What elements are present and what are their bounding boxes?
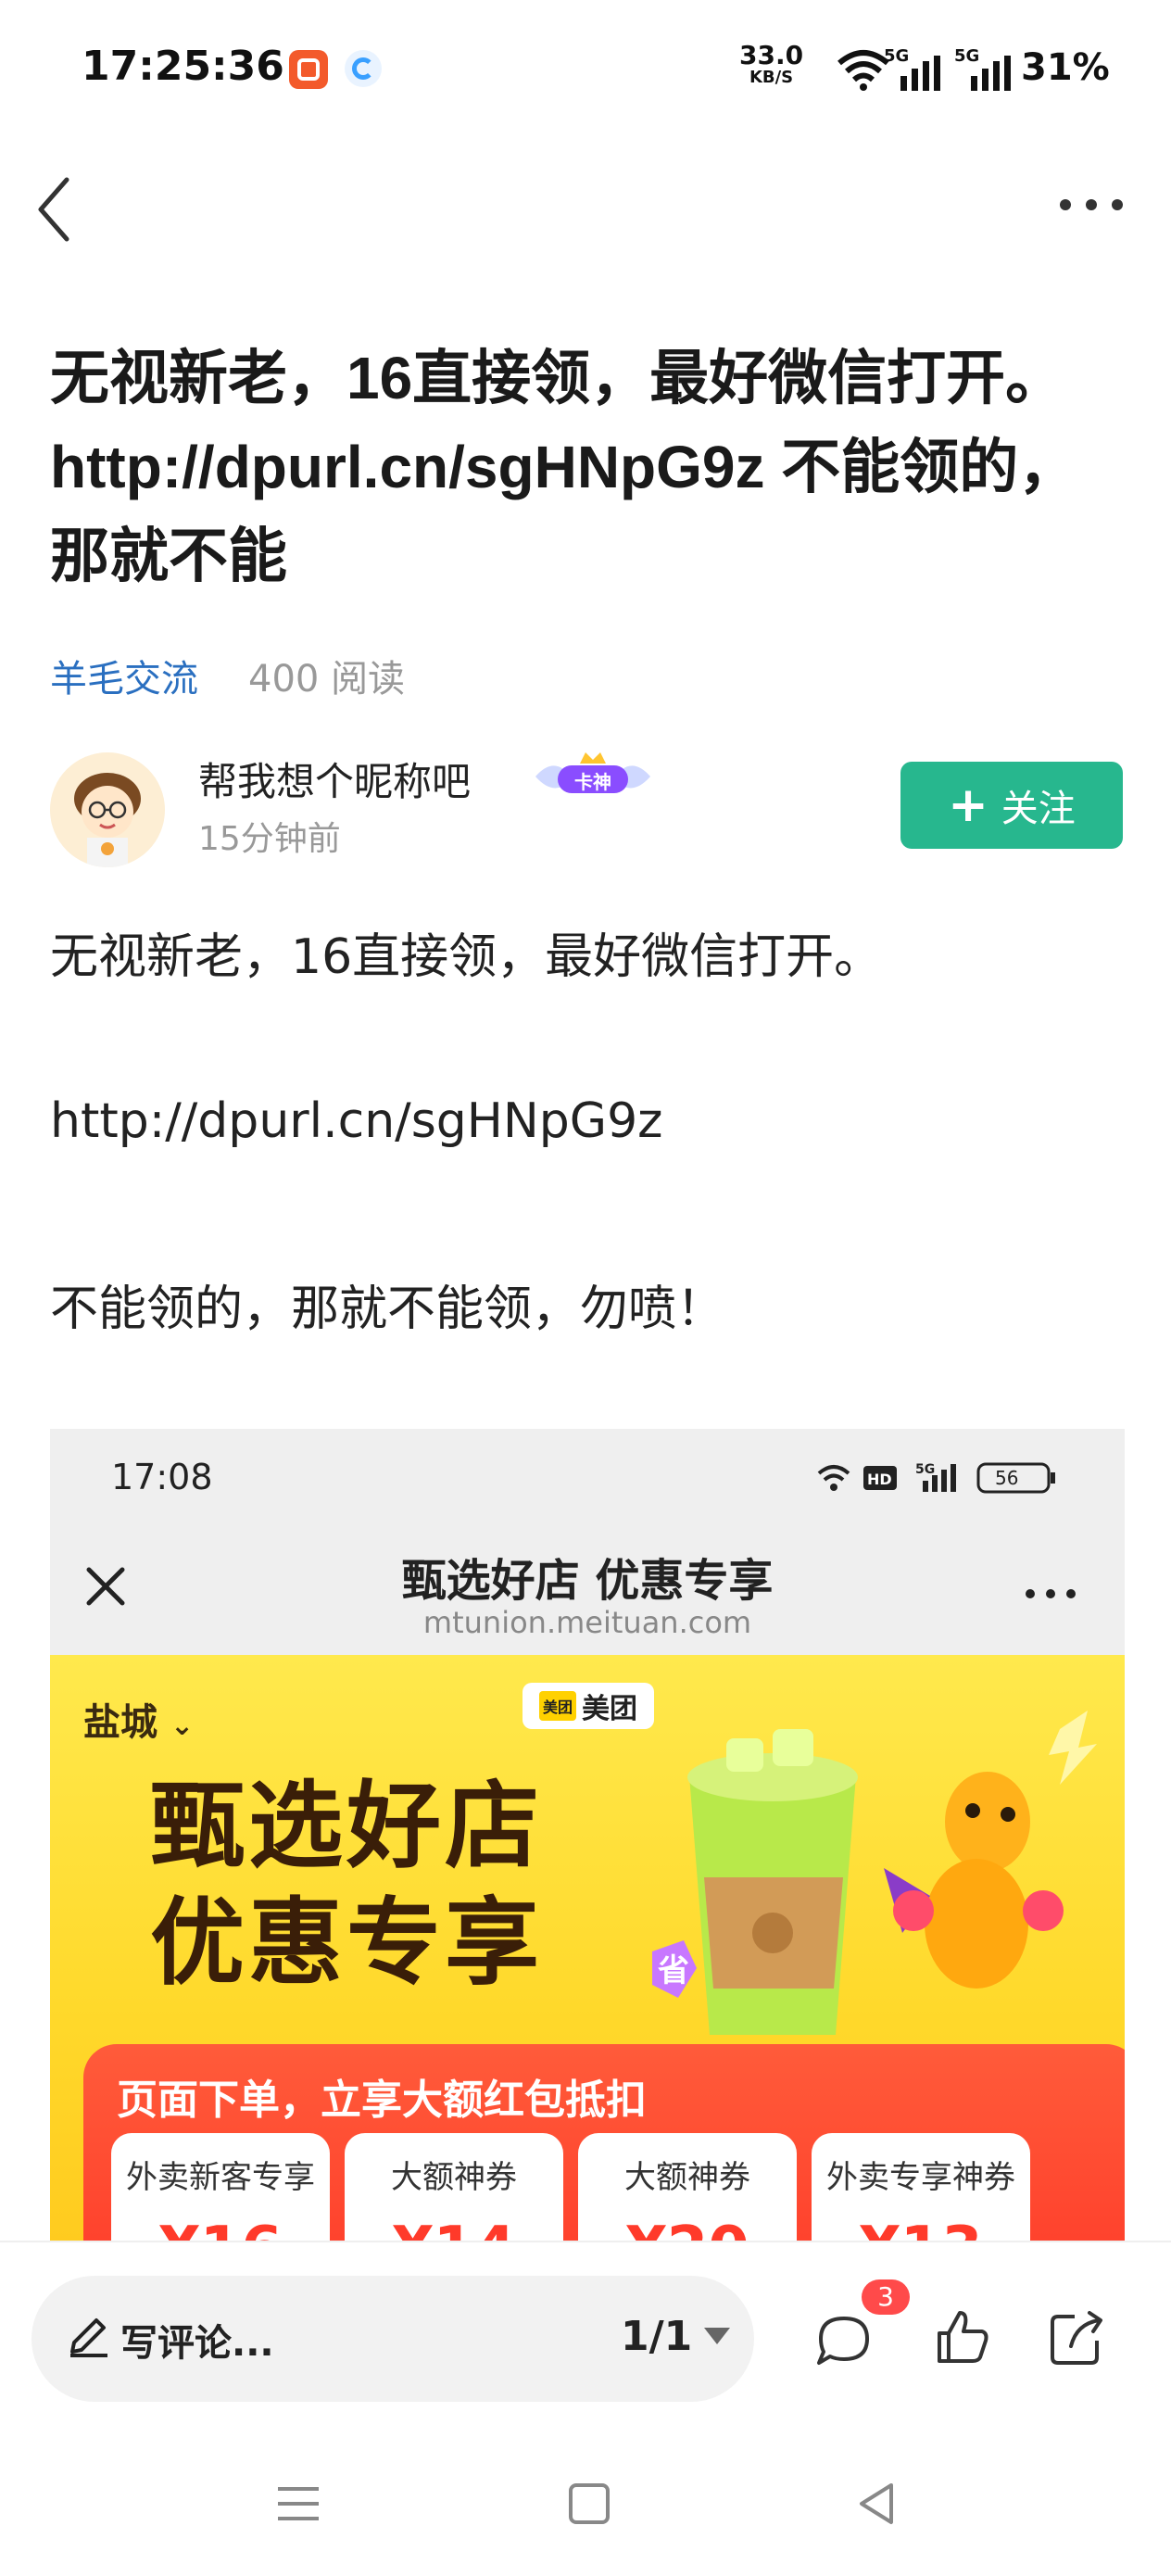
back-nav-icon[interactable] xyxy=(849,2476,904,2532)
coupon-card: 外卖新客专享 ¥16 xyxy=(111,2133,330,2241)
coupon-panel-title: 页面下单，立享大额红包抵扣 xyxy=(117,2077,647,2124)
category-link[interactable]: 羊毛交流 xyxy=(50,649,198,702)
read-count: 400 阅读 xyxy=(248,658,406,701)
post-paragraph: 不能领的，那就不能领，勿喷！ xyxy=(50,1282,725,1337)
post-paragraph: 无视新老，16直接领，最好微信打开。 xyxy=(50,929,883,985)
post-title: 无视新老，16直接领，最好微信打开。 http://dpurl.cn/sgHNp… xyxy=(50,345,1078,589)
qq-notification-icon xyxy=(345,50,382,87)
badge-label: 卡神 xyxy=(574,771,611,793)
coupon-value: ¥13 xyxy=(812,2215,1030,2241)
wifi-icon xyxy=(837,50,889,91)
post-time: 15分钟前 xyxy=(198,820,341,858)
banner-headline: 甄选好店 优惠专享 xyxy=(150,1770,543,2003)
meituan-mark: 美团 xyxy=(538,1691,576,1721)
follow-label: 关注 xyxy=(1001,788,1076,830)
home-icon[interactable] xyxy=(561,2476,617,2532)
city-name: 盐城 xyxy=(83,1701,157,1744)
coupon-value: ¥14 xyxy=(345,2215,563,2241)
battery-level: 31% xyxy=(1021,46,1110,89)
comment-count-badge: 3 xyxy=(862,2279,910,2315)
menu-icon[interactable] xyxy=(271,2476,326,2532)
back-icon[interactable] xyxy=(28,172,80,246)
post-image[interactable]: 17:08 HD 5G 56 甄选好店 优惠专享 mtunion.meituan… xyxy=(50,1429,1125,2241)
follow-button[interactable]: + 关注 xyxy=(900,762,1123,849)
embedded-header: 17:08 HD 5G 56 甄选好店 优惠专享 mtunion.meituan… xyxy=(50,1429,1125,1655)
pencil-icon xyxy=(70,2318,107,2357)
embedded-time: 17:08 xyxy=(111,1457,213,1497)
headline-line-2: 优惠专享 xyxy=(150,1892,543,1997)
share-icon[interactable] xyxy=(1043,2305,1108,2370)
network-speed: 33.0 KB/S xyxy=(739,43,803,89)
like-icon[interactable] xyxy=(930,2305,995,2370)
app-notification-icon xyxy=(289,50,328,89)
embedded-page-title: 甄选好店 优惠专享 xyxy=(401,1555,774,1607)
svg-text:省: 省 xyxy=(658,1952,689,1989)
avatar-illustration xyxy=(50,752,165,867)
coupon-value: ¥20 xyxy=(578,2215,797,2241)
meituan-banner: 盐城 ⌄ 美团 美团 甄选好店 优惠专享 省 页面下单，立享大额红包抵扣 外卖新… xyxy=(50,1655,1125,2241)
svg-text:5G: 5G xyxy=(915,1462,935,1477)
chevron-down-icon: ⌄ xyxy=(170,1710,195,1742)
coupon-label: 外卖新客专享 xyxy=(126,2159,315,2196)
coupon-card: 外卖专享神券 ¥13 xyxy=(812,2133,1030,2241)
caret-down-icon[interactable] xyxy=(704,2328,730,2344)
coupon-label: 外卖专享神券 xyxy=(826,2159,1015,2196)
coupon-value: ¥16 xyxy=(111,2215,330,2241)
page-indicator[interactable]: 1/1 xyxy=(621,2313,692,2360)
svg-text:56: 56 xyxy=(995,1467,1018,1489)
drink-mascot-illustration: 省 xyxy=(652,1711,1097,2035)
author-name[interactable]: 帮我想个昵称吧 xyxy=(198,751,471,807)
status-time: 17:25:36 xyxy=(82,43,284,90)
coupon-card: 大额神券 ¥20 xyxy=(578,2133,797,2241)
coupon-label: 大额神券 xyxy=(624,2159,750,2196)
author-avatar[interactable] xyxy=(50,752,165,867)
svg-text:HD: HD xyxy=(867,1471,892,1488)
coupon-label: 大额神券 xyxy=(391,2159,517,2196)
embedded-more-icon xyxy=(1026,1589,1076,1598)
headline-line-1: 甄选好店 xyxy=(150,1775,543,1880)
comment-placeholder[interactable]: 写评论... xyxy=(120,2313,274,2367)
embedded-status-icons: HD 5G 56 xyxy=(817,1462,1055,1494)
cellular-signal-2-icon: 5G xyxy=(954,46,1015,91)
kashen-badge: 卡神 xyxy=(532,749,654,804)
more-options-icon[interactable] xyxy=(1056,191,1127,219)
post-link[interactable]: http://dpurl.cn/sgHNpG9z xyxy=(50,1093,662,1149)
city-selector: 盐城 ⌄ xyxy=(83,1692,194,1746)
comment-icon[interactable] xyxy=(812,2307,876,2372)
cellular-signal-1-icon: 5G xyxy=(884,46,945,91)
coupon-card: 大额神券 ¥14 xyxy=(345,2133,563,2241)
plus-icon: + xyxy=(948,777,988,833)
embedded-page-url: mtunion.meituan.com xyxy=(422,1605,752,1640)
bottom-bar-divider xyxy=(0,2241,1171,2242)
